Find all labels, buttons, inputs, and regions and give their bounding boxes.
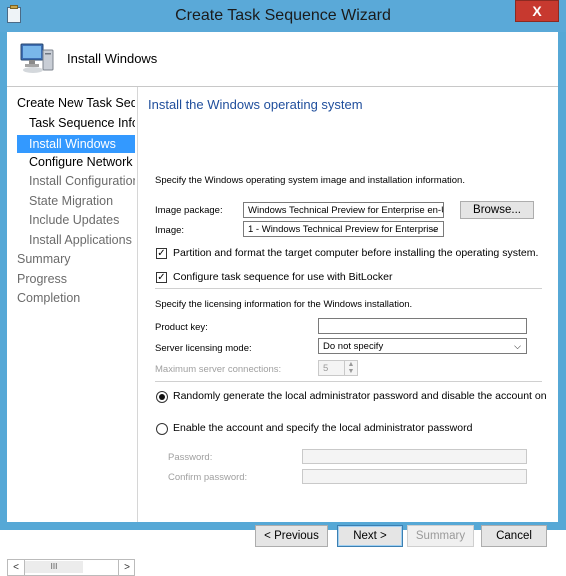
bitlocker-label: Configure task sequence for use with Bit… <box>173 271 393 283</box>
licensing-intro: Specify the licensing information for th… <box>155 299 413 310</box>
nav-list: Create New Task Sequ Task Sequence Infor I… <box>7 87 135 327</box>
spin-arrows-icon: ▲ ▼ <box>344 361 357 375</box>
nav-item[interactable]: Task Sequence Infor <box>29 116 135 130</box>
scroll-thumb[interactable]: III <box>25 561 83 573</box>
nav-horizontal-scrollbar[interactable]: < III > <box>7 559 135 576</box>
wizard-header: Install Windows <box>7 32 558 87</box>
header-title: Install Windows <box>67 51 158 66</box>
title-bar[interactable]: Create Task Sequence Wizard X <box>0 0 566 32</box>
content-pane: Install the Windows operating system Spe… <box>138 87 558 547</box>
nav-item[interactable]: Install Applications <box>29 233 132 247</box>
confirm-password-label: Confirm password: <box>168 472 248 483</box>
nav-item[interactable]: Progress <box>17 272 67 286</box>
nav-item[interactable]: Completion <box>17 291 80 305</box>
server-mode-value: Do not specify <box>323 341 384 352</box>
separator <box>155 381 542 382</box>
nav-item[interactable]: Configure Network <box>29 155 133 169</box>
image-package-label: Image package: <box>155 205 223 216</box>
close-button[interactable]: X <box>515 0 559 22</box>
radio-random-label: Randomly generate the local administrato… <box>173 390 547 402</box>
window-title: Create Task Sequence Wizard <box>175 7 391 24</box>
previous-button[interactable]: < Previous <box>255 525 328 547</box>
confirm-password-input <box>302 469 527 484</box>
image-label: Image: <box>155 225 185 236</box>
nav-item[interactable]: Install Windows <box>17 135 135 153</box>
max-connections-label: Maximum server connections: <box>155 364 282 375</box>
image-select[interactable]: 1 - Windows Technical Preview for Enterp… <box>243 221 444 237</box>
partition-label: Partition and format the target computer… <box>173 247 539 259</box>
summary-button: Summary <box>407 525 474 547</box>
nav-item[interactable]: Install Configuration <box>29 174 135 188</box>
bitlocker-checkbox[interactable]: ✓ <box>156 272 167 283</box>
radio-selected-dot <box>159 394 165 400</box>
chevron-down-icon: ⌵ <box>431 224 438 234</box>
next-button[interactable]: Next > <box>337 525 403 547</box>
browse-button[interactable]: Browse... <box>460 201 534 219</box>
server-mode-select[interactable]: Do not specify ⌵ <box>318 338 527 354</box>
image-package-field[interactable]: Windows Technical Preview for Enterprise… <box>243 202 444 218</box>
cancel-button[interactable]: Cancel <box>481 525 547 547</box>
content-title: Install the Windows operating system <box>148 97 363 112</box>
nav-item[interactable]: Summary <box>17 252 70 266</box>
scroll-left-arrow-icon[interactable]: < <box>8 560 25 575</box>
nav-item[interactable]: State Migration <box>29 194 113 208</box>
intro-text: Specify the Windows operating system ima… <box>155 175 465 186</box>
scroll-right-arrow-icon[interactable]: > <box>118 560 135 575</box>
password-label: Password: <box>168 452 213 463</box>
wizard-window: Create Task Sequence Wizard X Install Wi… <box>0 0 566 576</box>
computer-icon <box>20 43 54 73</box>
radio-random-password[interactable] <box>156 391 168 403</box>
server-mode-label: Server licensing mode: <box>155 343 252 354</box>
password-input <box>302 449 527 464</box>
product-key-input[interactable] <box>318 318 527 334</box>
max-connections-stepper: 5 ▲ ▼ <box>318 360 358 376</box>
radio-enable-label: Enable the account and specify the local… <box>173 422 473 434</box>
product-key-label: Product key: <box>155 322 208 333</box>
max-connections-value: 5 <box>323 363 329 374</box>
partition-checkbox[interactable]: ✓ <box>156 248 167 259</box>
chevron-down-icon: ⌵ <box>514 341 521 351</box>
separator <box>155 288 542 289</box>
wizard-nav: Create New Task Sequ Task Sequence Infor I… <box>7 87 137 576</box>
radio-enable-account[interactable] <box>156 423 168 435</box>
image-select-value: 1 - Windows Technical Preview for Enterp… <box>248 224 439 235</box>
nav-item[interactable]: Create New Task Sequ <box>17 96 135 110</box>
nav-item[interactable]: Include Updates <box>29 213 119 227</box>
wizard-client-area: Install Windows Create New Task Sequ Task… <box>7 32 558 576</box>
